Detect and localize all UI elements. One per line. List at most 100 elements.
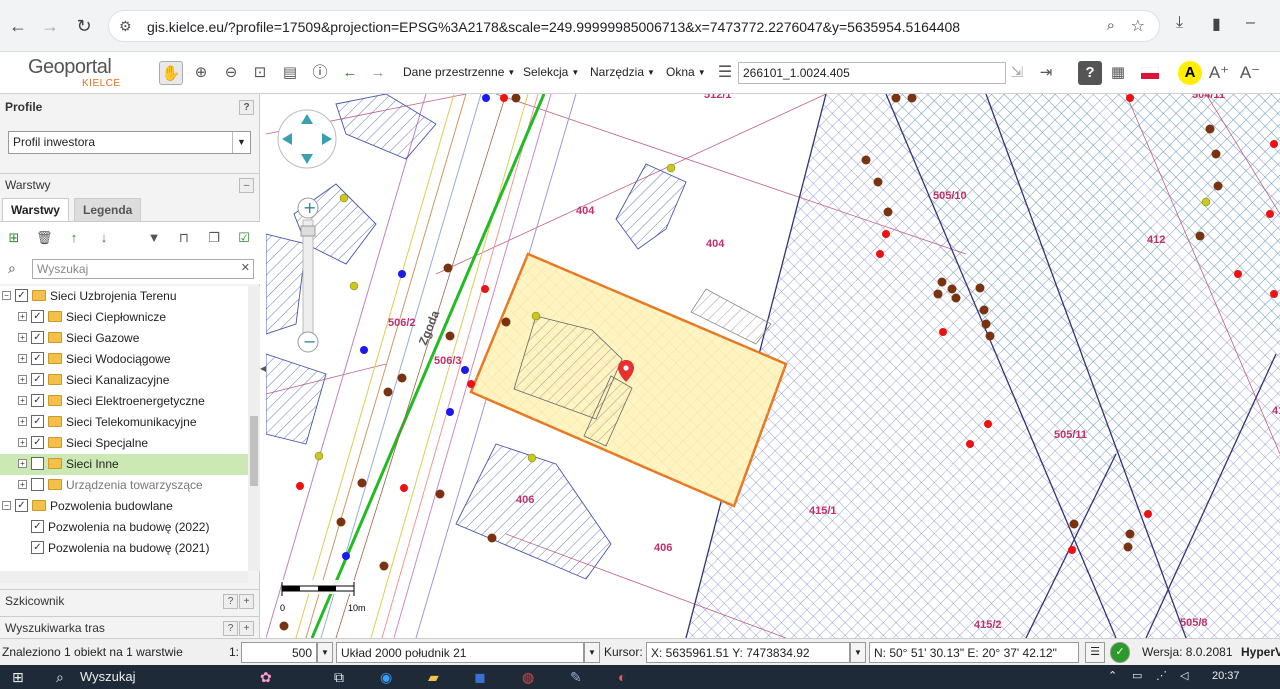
- reload-icon[interactable]: ↻: [72, 14, 96, 38]
- hamburger-icon[interactable]: ☰: [713, 61, 737, 85]
- utility-point-brown[interactable]: [1211, 149, 1221, 159]
- collapse-node-icon[interactable]: −: [2, 501, 11, 510]
- utility-point-red[interactable]: [1270, 140, 1278, 148]
- sketch-section-header[interactable]: Szkicownik ? +: [0, 589, 260, 613]
- utility-point-blue[interactable]: [398, 270, 406, 278]
- filter-icon[interactable]: ▼: [146, 230, 162, 246]
- layer-tree-item[interactable]: ✓ Pozwolenia na budowę (2022): [0, 517, 248, 538]
- utility-point-brown[interactable]: [336, 517, 346, 527]
- utility-point-yellow[interactable]: [349, 281, 359, 291]
- utility-point-blue[interactable]: [360, 346, 368, 354]
- task-view-icon[interactable]: ⧉: [334, 669, 344, 686]
- utility-point-brown[interactable]: [937, 277, 947, 287]
- layer-checkbox[interactable]: [31, 478, 44, 491]
- address-bar[interactable]: ⚙ gis.kielce.eu/?profile=17509&projectio…: [108, 10, 1160, 42]
- utility-point-brown[interactable]: [445, 331, 455, 341]
- tray-network-icon[interactable]: ⋰: [1156, 669, 1167, 682]
- utility-point-yellow[interactable]: [1201, 197, 1211, 207]
- utility-point-brown[interactable]: [873, 177, 883, 187]
- map-view[interactable]: Zgoda 404 404 506/2 506/3 406 406 415/1 415/2 50…: [266, 94, 1280, 638]
- utility-point-yellow[interactable]: [314, 451, 324, 461]
- scale-dropdown-chevron-down-icon[interactable]: ▼: [317, 642, 333, 663]
- tray-volume-icon[interactable]: ◁: [1180, 669, 1188, 682]
- utility-point-brown[interactable]: [383, 387, 393, 397]
- utility-point-brown[interactable]: [979, 305, 989, 315]
- utility-point-brown[interactable]: [511, 94, 521, 103]
- utility-point-red[interactable]: [882, 230, 890, 238]
- object-search-input[interactable]: 266101_1.0024.405: [738, 62, 1006, 84]
- utility-point-yellow[interactable]: [339, 193, 349, 203]
- export-icon[interactable]: ⇥: [1034, 61, 1058, 85]
- utility-point-red[interactable]: [1234, 270, 1242, 278]
- move-down-icon[interactable]: ↓: [96, 230, 112, 246]
- route-section-header[interactable]: Wyszukiwarka tras ? +: [0, 616, 260, 640]
- utility-point-brown[interactable]: [435, 489, 445, 499]
- utility-point-brown[interactable]: [357, 478, 367, 488]
- utility-point-brown[interactable]: [933, 289, 943, 299]
- utility-point-brown[interactable]: [947, 284, 957, 294]
- chrome-icon[interactable]: ◍: [522, 669, 534, 686]
- collapse-icon[interactable]: –: [239, 178, 254, 193]
- zoom-in-icon[interactable]: ⊕: [189, 61, 213, 85]
- layer-checkbox[interactable]: ✓: [31, 541, 44, 554]
- utility-point-yellow[interactable]: [531, 311, 541, 321]
- widgets-icon[interactable]: ✿: [260, 669, 272, 686]
- layer-tree-item[interactable]: + ✓ Sieci Elektroenergetyczne: [0, 391, 248, 412]
- utility-point-red[interactable]: [876, 250, 884, 258]
- expand-node-icon[interactable]: +: [18, 480, 27, 489]
- utility-point-brown[interactable]: [1125, 529, 1135, 539]
- utility-point-red[interactable]: [1270, 290, 1278, 298]
- utility-point-brown[interactable]: [501, 317, 511, 327]
- tray-chevron-up-icon[interactable]: ⌃: [1108, 669, 1117, 682]
- expand-node-icon[interactable]: +: [18, 417, 27, 426]
- expand-node-icon[interactable]: +: [18, 354, 27, 363]
- previous-view-icon[interactable]: ←: [338, 61, 362, 85]
- layer-tree-item[interactable]: + ✓ Sieci Ciepłownicze: [0, 307, 248, 328]
- table-icon[interactable]: ▦: [1106, 61, 1130, 85]
- help-icon[interactable]: ?: [1078, 61, 1102, 85]
- map-canvas[interactable]: Zgoda 404404506/2506/3406406415/1415/250…: [266, 94, 1280, 638]
- move-up-icon[interactable]: ↑: [66, 230, 82, 246]
- side-panel-icon[interactable]: ▮: [1212, 14, 1221, 34]
- utility-point-brown[interactable]: [861, 155, 871, 165]
- layer-properties-icon[interactable]: ⊓: [176, 230, 192, 246]
- utility-point-brown[interactable]: [975, 283, 985, 293]
- layer-tree-item[interactable]: + Urządzenia towarzyszące: [0, 475, 248, 496]
- tab-layers[interactable]: Warstwy: [2, 198, 69, 221]
- layer-checkbox[interactable]: ✓: [31, 415, 44, 428]
- utility-point-red[interactable]: [1068, 546, 1076, 554]
- utility-point-red[interactable]: [481, 285, 489, 293]
- info-icon[interactable]: ⓘ: [308, 61, 332, 85]
- help-icon[interactable]: ?: [239, 100, 254, 115]
- tab-legend[interactable]: Legenda: [74, 198, 142, 221]
- expand-node-icon[interactable]: +: [18, 312, 27, 321]
- back-arrow-icon[interactable]: ←: [6, 14, 30, 38]
- utility-point-red[interactable]: [966, 440, 974, 448]
- pan-control[interactable]: [277, 109, 337, 169]
- utility-point-brown[interactable]: [1213, 181, 1223, 191]
- utility-point-brown[interactable]: [1069, 519, 1079, 529]
- scrollbar-thumb[interactable]: [250, 416, 258, 486]
- utility-point-brown[interactable]: [883, 207, 893, 217]
- utility-point-red[interactable]: [1144, 510, 1152, 518]
- collapse-node-icon[interactable]: −: [2, 291, 11, 300]
- go-to-object-icon[interactable]: ⇲: [1005, 61, 1029, 85]
- utility-point-red[interactable]: [984, 420, 992, 428]
- language-flag-icon[interactable]: [1138, 61, 1162, 85]
- windows-start-icon[interactable]: ⊞: [12, 669, 24, 686]
- utility-point-yellow[interactable]: [527, 453, 537, 463]
- add-layer-icon[interactable]: ⊞: [6, 230, 22, 246]
- layer-search-input[interactable]: Wyszukaj ✕: [32, 259, 254, 279]
- expand-icon[interactable]: +: [239, 594, 254, 609]
- utility-point-red[interactable]: [500, 94, 508, 102]
- profile-select[interactable]: Profil inwestora ▼: [8, 131, 251, 154]
- tray-battery-icon[interactable]: ▭: [1132, 669, 1142, 682]
- utility-point-brown[interactable]: [985, 331, 995, 341]
- utility-point-brown[interactable]: [379, 561, 389, 571]
- layer-tree-item[interactable]: + ✓ Sieci Wodociągowe: [0, 349, 248, 370]
- layer-tree-item[interactable]: + ✓ Sieci Gazowe: [0, 328, 248, 349]
- utility-point-brown[interactable]: [1195, 231, 1205, 241]
- taskbar-search-input[interactable]: Wyszukaj: [80, 669, 136, 684]
- pan-hand-icon[interactable]: ✋: [159, 61, 183, 85]
- clock[interactable]: 20:37: [1212, 670, 1240, 682]
